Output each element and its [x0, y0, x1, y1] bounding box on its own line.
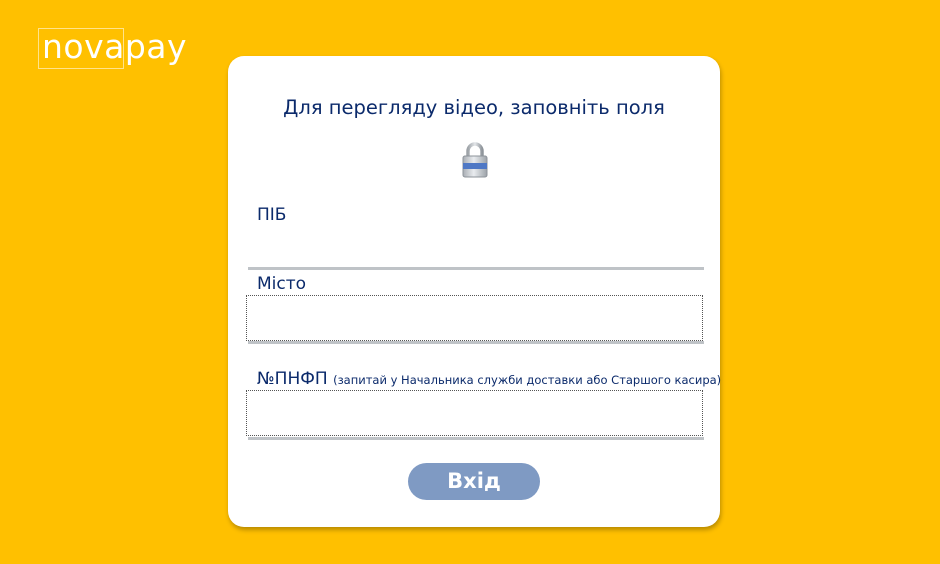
novapay-logo: novapay	[38, 26, 188, 72]
pnfp-hint: (запитай у Начальника служби доставки аб…	[333, 373, 722, 387]
lock-icon	[462, 142, 488, 178]
city-label: Місто	[257, 274, 307, 294]
form-title: Для перегляду відео, заповніть поля	[283, 96, 665, 119]
logo-text: novapay	[42, 27, 188, 66]
login-card: Для перегляду відео, заповніть поля ПІБ …	[228, 56, 722, 527]
login-button[interactable]: Вхід	[408, 463, 540, 500]
city-field-underline	[248, 341, 704, 344]
name-field[interactable]	[248, 240, 704, 270]
city-field[interactable]	[246, 295, 703, 341]
pnfp-field[interactable]	[246, 390, 703, 436]
pnfp-label: №ПНФП (запитай у Начальника служби доста…	[257, 369, 722, 389]
pnfp-field-underline	[248, 437, 704, 440]
name-label: ПІБ	[257, 205, 287, 225]
